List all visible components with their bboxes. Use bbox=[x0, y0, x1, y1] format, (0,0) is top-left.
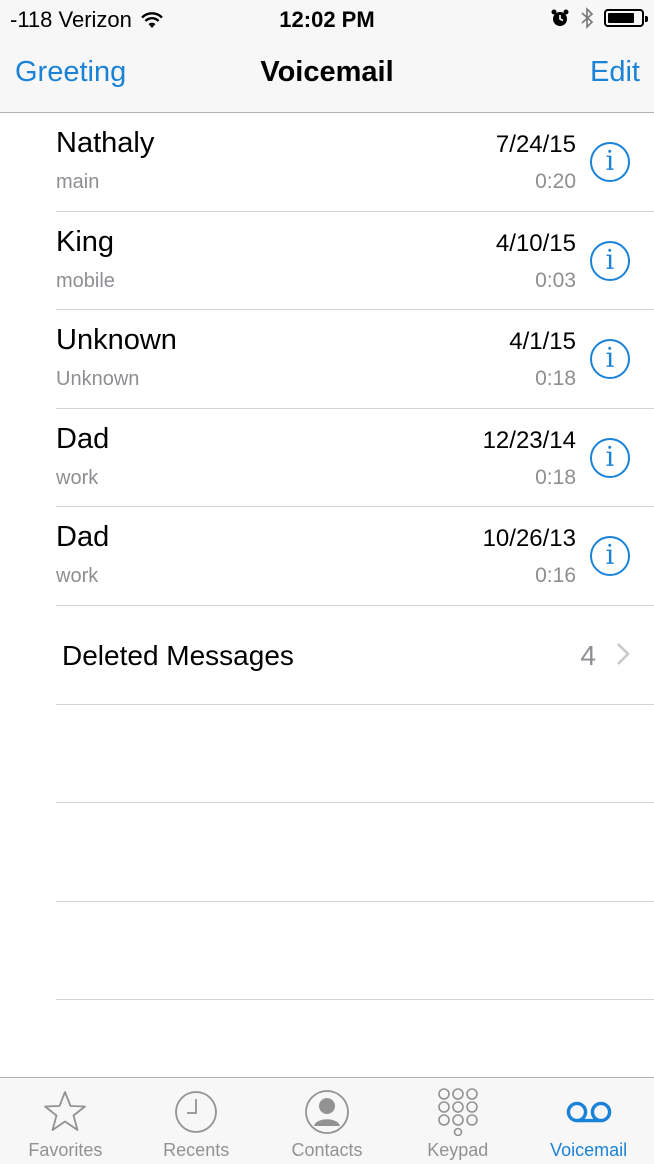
caller-label: work bbox=[56, 466, 99, 489]
empty-row bbox=[56, 705, 654, 804]
status-right bbox=[550, 7, 648, 29]
tab-keypad[interactable]: Keypad bbox=[392, 1078, 523, 1164]
info-icon[interactable]: i bbox=[590, 339, 630, 380]
voicemail-duration: 0:16 bbox=[535, 564, 576, 588]
battery-tip bbox=[645, 16, 648, 22]
tab-label: Keypad bbox=[427, 1140, 489, 1160]
caller-name: Dad bbox=[56, 422, 110, 455]
page-title: Voicemail bbox=[260, 56, 394, 88]
info-icon[interactable]: i bbox=[590, 240, 630, 281]
empty-row bbox=[56, 803, 654, 902]
alarm-icon bbox=[551, 9, 569, 26]
voicemail-date: 10/26/13 bbox=[482, 525, 576, 553]
caller-label: Unknown bbox=[56, 368, 140, 391]
person-icon bbox=[305, 1090, 349, 1134]
voicemail-row[interactable]: King mobile 4/10/15 0:03 i bbox=[56, 212, 654, 311]
tab-contacts[interactable]: Contacts bbox=[262, 1078, 393, 1164]
deleted-messages-label: Deleted Messages bbox=[62, 639, 294, 671]
info-icon[interactable]: i bbox=[590, 536, 630, 577]
chevron-right-icon bbox=[617, 643, 630, 665]
voicemail-list: Nathaly main 7/24/15 0:20 i King mobile 4/10/15… bbox=[0, 113, 654, 1001]
tab-label: Recents bbox=[163, 1140, 230, 1160]
status-bar: -118 Verizon 12:02 PM bbox=[0, 0, 654, 36]
voicemail-duration: 0:03 bbox=[535, 268, 576, 292]
info-icon[interactable]: i bbox=[590, 437, 630, 478]
voicemail-row[interactable]: Dad work 12/23/14 0:18 i bbox=[56, 409, 654, 508]
edit-button[interactable]: Edit bbox=[590, 56, 640, 89]
tab-label: Voicemail bbox=[550, 1140, 628, 1160]
voicemail-icon bbox=[566, 1101, 611, 1123]
deleted-messages-count: 4 bbox=[580, 639, 596, 671]
voicemail-date: 12/23/14 bbox=[482, 426, 576, 454]
voicemail-duration: 0:18 bbox=[535, 465, 576, 489]
battery-icon bbox=[604, 9, 648, 27]
bluetooth-icon bbox=[581, 7, 594, 29]
tab-label: Contacts bbox=[291, 1140, 363, 1160]
voicemail-row[interactable]: Dad work 10/26/13 0:16 i bbox=[56, 507, 654, 606]
caller-label: mobile bbox=[56, 269, 115, 292]
caller-label: main bbox=[56, 171, 100, 193]
caller-name: Dad bbox=[56, 521, 110, 554]
keypad-icon bbox=[437, 1088, 478, 1136]
tab-recents[interactable]: Recents bbox=[131, 1078, 262, 1164]
caller-label: work bbox=[56, 565, 99, 588]
tab-voicemail[interactable]: Voicemail bbox=[523, 1078, 654, 1164]
voicemail-duration: 0:20 bbox=[535, 170, 576, 193]
voicemail-date: 4/1/15 bbox=[509, 328, 576, 356]
voicemail-row[interactable]: Unknown Unknown 4/1/15 0:18 i bbox=[56, 310, 654, 409]
voicemail-date: 4/10/15 bbox=[495, 229, 576, 257]
tab-label: Favorites bbox=[28, 1140, 103, 1160]
caller-name: Nathaly bbox=[56, 127, 155, 159]
empty-row bbox=[56, 902, 654, 1001]
tab-bar: Favorites Recents Contacts Keypad Voicem… bbox=[0, 1077, 654, 1164]
voicemail-row[interactable]: Nathaly main 7/24/15 0:20 i bbox=[56, 113, 654, 212]
star-icon bbox=[44, 1091, 87, 1131]
nav-bar: Greeting Voicemail Edit bbox=[0, 36, 654, 113]
info-icon[interactable]: i bbox=[590, 142, 630, 182]
tab-favorites[interactable]: Favorites bbox=[0, 1078, 131, 1164]
voicemail-date: 7/24/15 bbox=[495, 131, 576, 158]
deleted-messages-row[interactable]: Deleted Messages 4 bbox=[56, 606, 654, 705]
caller-name: Unknown bbox=[56, 324, 177, 357]
clock-icon bbox=[175, 1091, 218, 1133]
caller-name: King bbox=[56, 225, 115, 258]
voicemail-duration: 0:18 bbox=[535, 367, 576, 391]
battery-fill bbox=[608, 13, 634, 23]
